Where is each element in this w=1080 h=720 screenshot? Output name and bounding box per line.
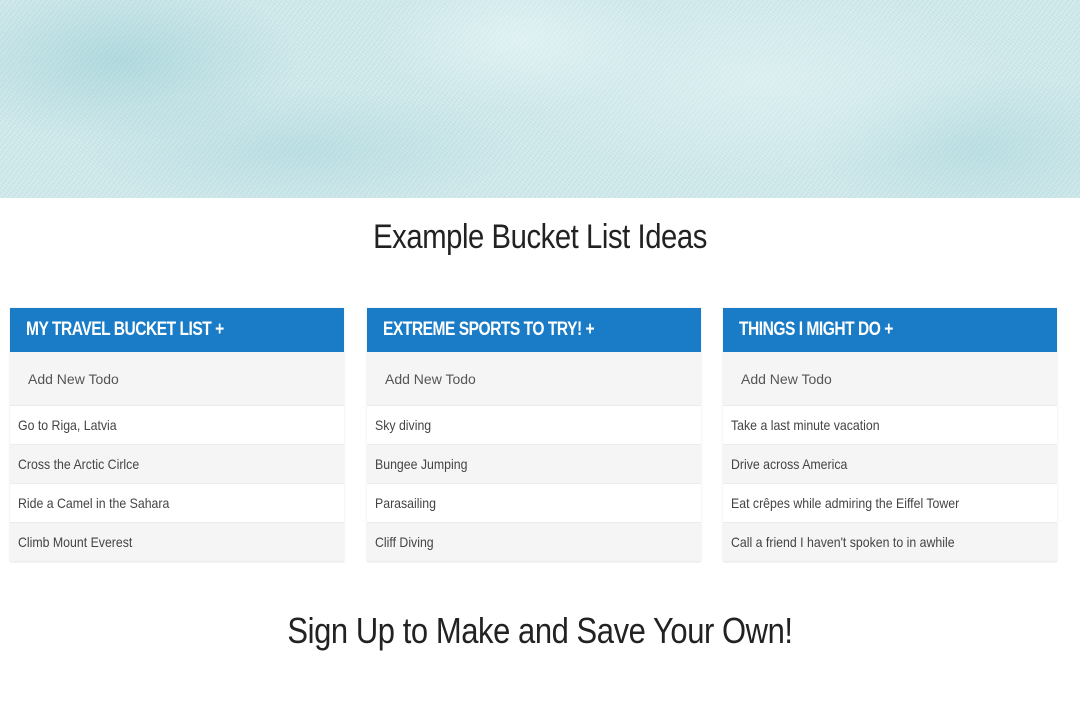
todo-list: Sky diving Bungee Jumping Parasailing Cl…	[367, 406, 701, 562]
todo-list: Take a last minute vacation Drive across…	[723, 406, 1057, 562]
add-todo-input[interactable]	[10, 352, 344, 406]
list-header-button[interactable]: THINGS I MIGHT DO +	[723, 308, 1057, 352]
todo-item[interactable]: Climb Mount Everest	[10, 523, 344, 562]
add-todo-input[interactable]	[367, 352, 701, 406]
todo-item[interactable]: Take a last minute vacation	[723, 406, 1057, 445]
todo-item[interactable]: Parasailing	[367, 484, 701, 523]
todo-item[interactable]: Eat crêpes while admiring the Eiffel Tow…	[723, 484, 1057, 523]
bucket-list-card: THINGS I MIGHT DO + Take a last minute v…	[723, 308, 1057, 562]
todo-item[interactable]: Call a friend I haven't spoken to in awh…	[723, 523, 1057, 562]
todo-list: Go to Riga, Latvia Cross the Arctic Cirl…	[10, 406, 344, 562]
todo-item[interactable]: Cliff Diving	[367, 523, 701, 562]
todo-item[interactable]: Drive across America	[723, 445, 1057, 484]
signup-call-to-action: Sign Up to Make and Save Your Own!	[287, 610, 793, 651]
todo-item[interactable]: Ride a Camel in the Sahara	[10, 484, 344, 523]
list-header-button[interactable]: EXTREME SPORTS TO TRY! +	[367, 308, 701, 352]
list-title: EXTREME SPORTS TO TRY! +	[383, 319, 595, 340]
list-title: THINGS I MIGHT DO +	[739, 319, 893, 340]
todo-item[interactable]: Go to Riga, Latvia	[10, 406, 344, 445]
section-title: Example Bucket List Ideas	[373, 218, 707, 256]
list-title: MY TRAVEL BUCKET LIST +	[26, 319, 224, 340]
add-todo-input[interactable]	[723, 352, 1057, 406]
list-header-button[interactable]: MY TRAVEL BUCKET LIST +	[10, 308, 344, 352]
todo-item[interactable]: Sky diving	[367, 406, 701, 445]
hero-banner-image	[0, 0, 1080, 198]
todo-item[interactable]: Bungee Jumping	[367, 445, 701, 484]
bucket-list-card: MY TRAVEL BUCKET LIST + Go to Riga, Latv…	[10, 308, 344, 562]
todo-item[interactable]: Cross the Arctic Cirlce	[10, 445, 344, 484]
bucket-list-card: EXTREME SPORTS TO TRY! + Sky diving Bung…	[367, 308, 701, 562]
